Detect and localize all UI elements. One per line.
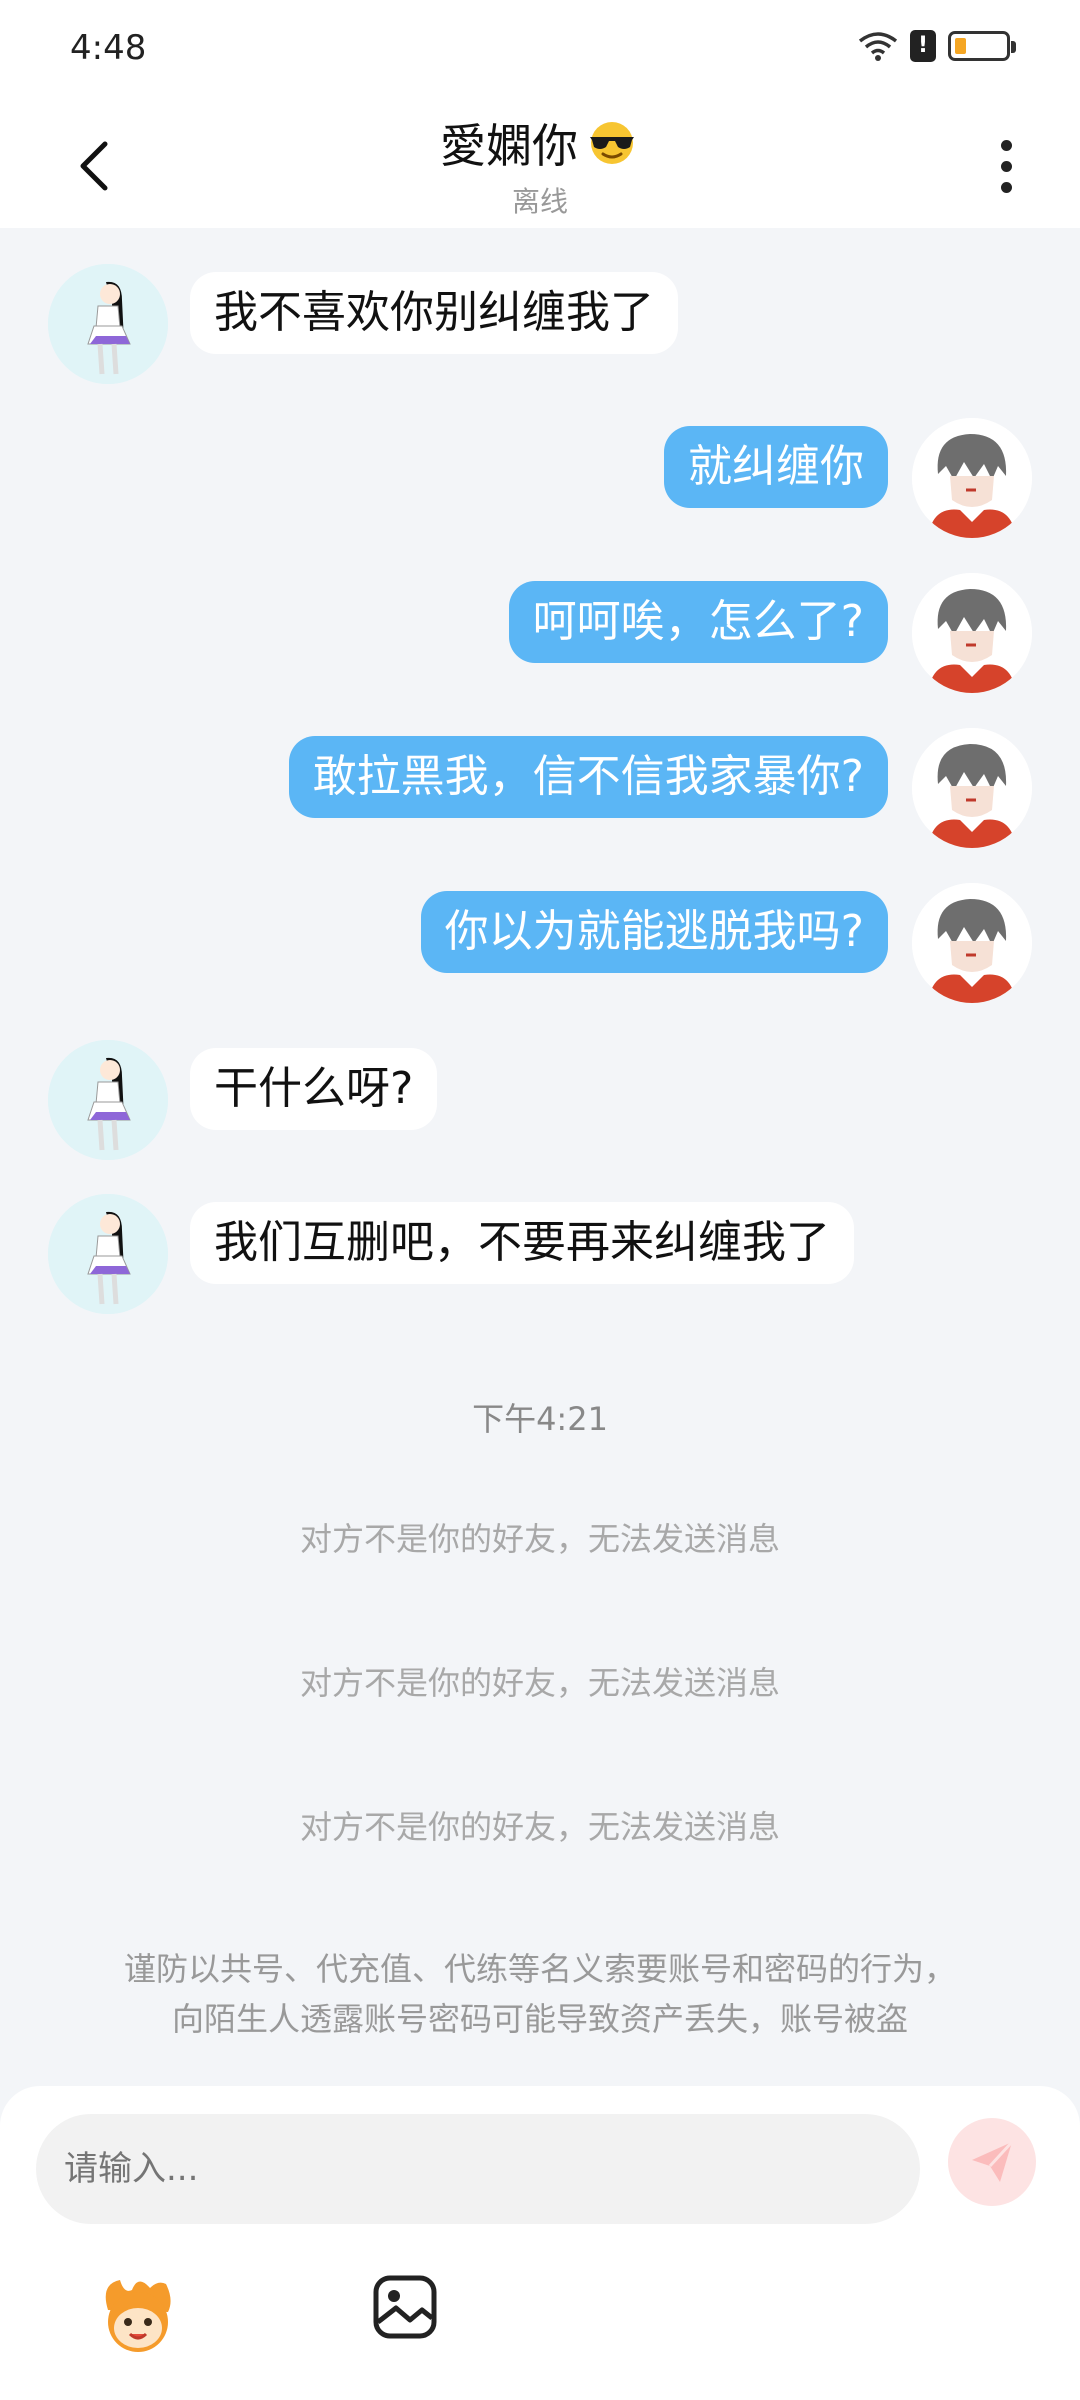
image-button[interactable] <box>370 2272 440 2342</box>
incoming-message-bubble[interactable]: 我不喜欢你别纠缠我了 <box>190 272 678 354</box>
message-input[interactable] <box>36 2114 920 2224</box>
image-icon <box>373 2275 437 2339</box>
input-bar <box>0 2086 1080 2400</box>
incoming-message-bubble[interactable]: 干什么呀? <box>190 1048 438 1130</box>
status-time: 4:48 <box>70 28 147 68</box>
system-message: 对方不是你的好友，无法发送消息 <box>299 1808 780 1846</box>
chat-header: 愛嫻你 离线 <box>0 104 1080 228</box>
more-vertical-icon[interactable] <box>986 126 1026 206</box>
alert-icon: ! <box>910 30 936 62</box>
contact-title: 愛嫻你 <box>440 110 640 176</box>
security-warning-line: 向陌生人透露账号密码可能导致资产丢失，账号被盗 <box>171 2000 908 2038</box>
contact-name: 愛嫻你 <box>440 119 578 173</box>
battery-icon <box>948 31 1016 61</box>
sunglasses-emoji-icon <box>590 122 634 164</box>
my-avatar[interactable] <box>912 573 1032 693</box>
send-icon <box>972 2140 1014 2182</box>
security-warning-line: 谨防以共号、代充值、代练等名义索要账号和密码的行为， <box>123 1950 956 1988</box>
title-area: 愛嫻你 离线 <box>0 110 1080 220</box>
system-message: 对方不是你的好友，无法发送消息 <box>299 1664 780 1702</box>
chat-area[interactable]: 我不喜欢你别纠缠我了 就纠缠你 呵呵唉，怎么了? 敢拉黑我，信不信我家暴你? 你… <box>0 228 1080 2088</box>
system-message: 对方不是你的好友，无法发送消息 <box>299 1520 780 1558</box>
incoming-message-bubble[interactable]: 我们互删吧，不要再来纠缠我了 <box>190 1202 854 1284</box>
status-bar: 4:48 ! <box>0 0 1080 104</box>
online-status: 离线 <box>511 185 568 218</box>
outgoing-message-bubble[interactable]: 就纠缠你 <box>664 426 888 508</box>
outgoing-message-bubble[interactable]: 敢拉黑我，信不信我家暴你? <box>288 736 888 818</box>
status-icons: ! <box>858 30 1016 62</box>
my-avatar[interactable] <box>912 728 1032 848</box>
message-timestamp: 下午4:21 <box>472 1400 608 1438</box>
send-button[interactable] <box>948 2118 1036 2206</box>
wifi-icon <box>858 32 898 61</box>
security-warning: 谨防以共号、代充值、代练等名义索要账号和密码的行为， 向陌生人透露账号密码可能导… <box>60 1944 1020 2044</box>
contact-avatar[interactable] <box>48 1040 168 1160</box>
my-avatar[interactable] <box>912 418 1032 538</box>
outgoing-message-bubble[interactable]: 呵呵唉，怎么了? <box>508 581 888 663</box>
emoji-face-icon <box>105 2280 171 2352</box>
my-avatar[interactable] <box>912 883 1032 1003</box>
contact-avatar[interactable] <box>48 1194 168 1314</box>
outgoing-message-bubble[interactable]: 你以为就能逃脱我吗? <box>420 891 888 973</box>
contact-avatar[interactable] <box>48 264 168 384</box>
emoji-button[interactable] <box>94 2270 182 2358</box>
